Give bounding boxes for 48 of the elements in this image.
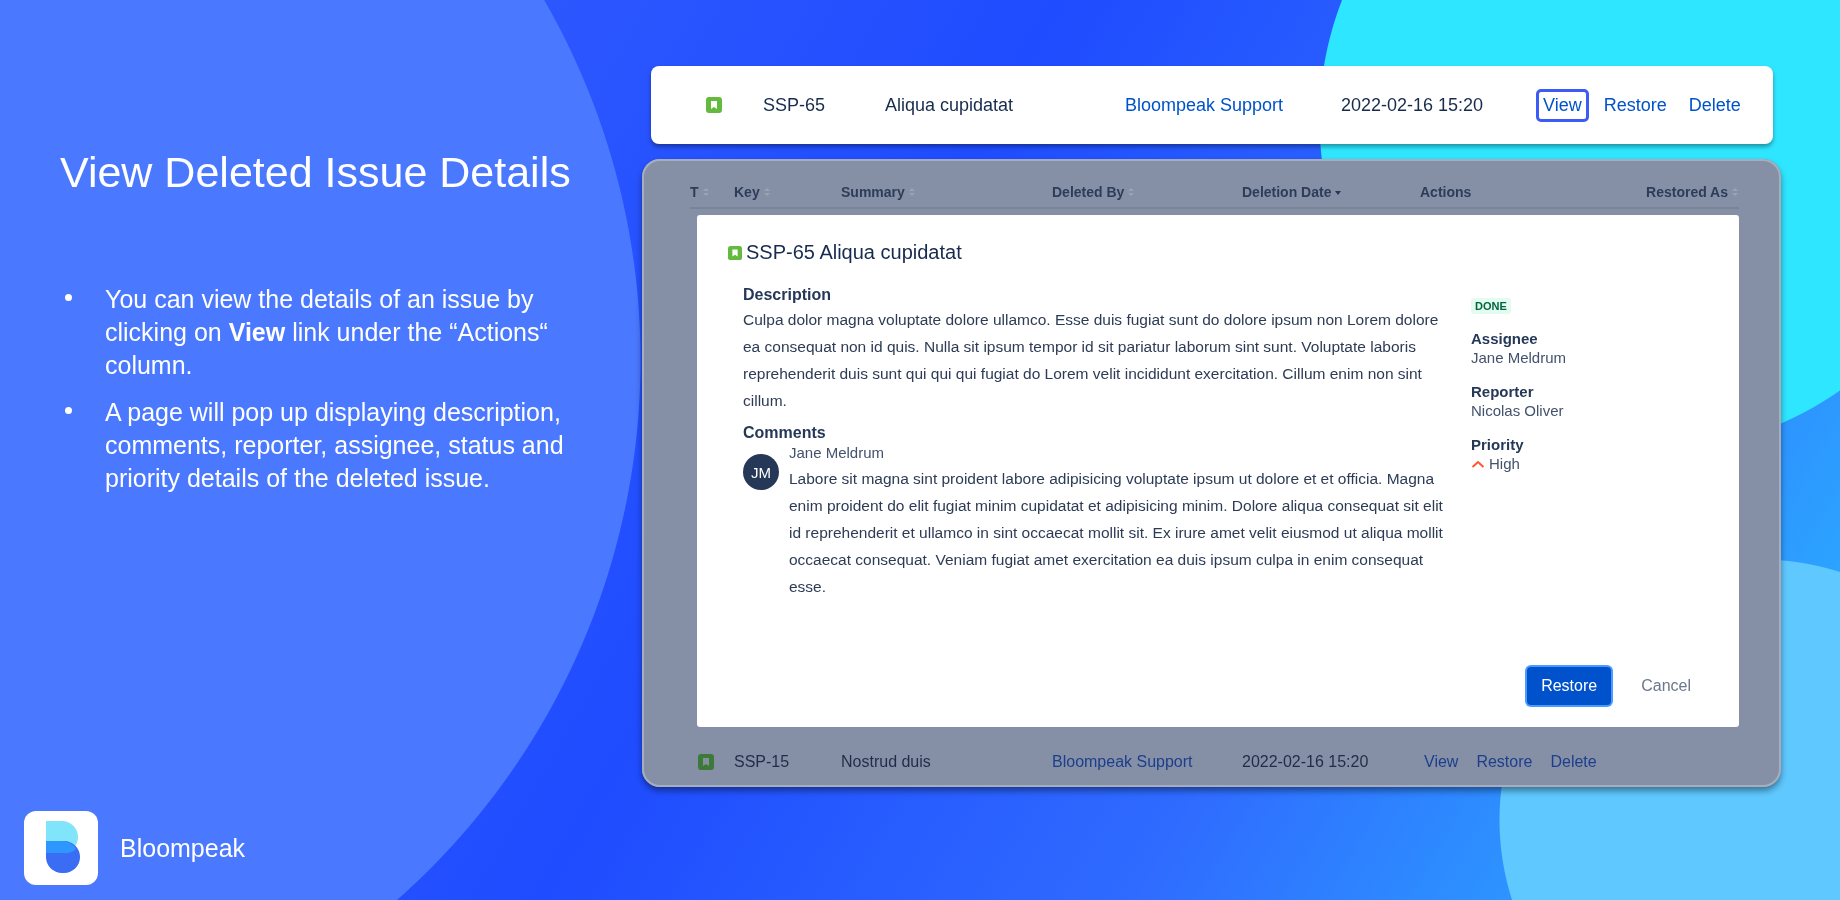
brand-name: Bloompeak bbox=[120, 833, 246, 863]
story-icon bbox=[728, 245, 742, 260]
user-link[interactable]: Bloompeak Support bbox=[1125, 94, 1341, 116]
column-header[interactable]: Key bbox=[734, 184, 760, 200]
field-value: Jane Meldrum bbox=[1471, 349, 1567, 366]
action-link[interactable]: Restore bbox=[1596, 88, 1674, 122]
deletion-date: 2022-02-16 15:20 bbox=[1242, 753, 1370, 771]
column-header[interactable]: Summary bbox=[841, 184, 905, 200]
story-icon bbox=[698, 754, 714, 770]
bullet-text: A page will pop up displaying description, comments, reporter, assignee, status and priority details of the deleted issue. bbox=[105, 397, 565, 494]
comment-text: Labore sit magna sint proident labore adipisicing voluptate ipsum ut dolore et et officia. Magna enim proident do elit fugiat minim cupidatat et adipisicing minim. Dolore aliqua consequat sit elit id reprehenderit et ullamco in sint occaecat mollit sit. Ex irure amet velit eiusmod ut aliqua mollit occaecat consequat. Veniam fugiat amet exercitation ea duis ipsum culpa in enim consequat esse. bbox=[789, 469, 1443, 597]
issue-key: SSP-65 bbox=[763, 94, 885, 116]
column-header[interactable]: Actions bbox=[1420, 184, 1472, 200]
logo-icon bbox=[24, 811, 98, 885]
field-value: High bbox=[1489, 455, 1520, 472]
chevron-up-icon bbox=[1471, 459, 1485, 468]
bullet-text: You can view the details of an issue by clicking on View link under the “Actions“ column. bbox=[105, 284, 549, 381]
action-link[interactable]: Restore bbox=[1472, 751, 1537, 773]
issue-summary: Nostrud duis bbox=[841, 753, 932, 771]
user-link[interactable]: Bloompeak Support bbox=[1052, 753, 1242, 771]
avatar: JM bbox=[743, 454, 779, 490]
cancel-button[interactable]: Cancel bbox=[1627, 667, 1705, 705]
slide-title: View Deleted Issue Details bbox=[60, 148, 572, 197]
bullet-icon bbox=[65, 407, 72, 414]
column-header[interactable]: Deletion Date bbox=[1242, 184, 1332, 200]
column-header[interactable]: Restored As bbox=[1646, 184, 1728, 200]
section-heading: Comments bbox=[743, 424, 827, 442]
bullet-icon bbox=[65, 294, 72, 301]
column-header[interactable]: Deleted By bbox=[1052, 184, 1125, 200]
story-icon bbox=[706, 97, 722, 113]
field-label: Reporter bbox=[1471, 383, 1535, 400]
section-heading: Description bbox=[743, 286, 832, 304]
action-link[interactable]: Delete bbox=[1546, 751, 1601, 773]
action-link[interactable]: Delete bbox=[1681, 88, 1748, 122]
issue-key: SSP-15 bbox=[734, 753, 841, 771]
field-label: Assignee bbox=[1471, 330, 1539, 347]
dialog-title: SSP-65 Aliqua cupidatat bbox=[746, 241, 962, 264]
action-link[interactable]: View bbox=[1536, 88, 1589, 122]
column-header[interactable]: T bbox=[690, 184, 699, 200]
issue-summary: Aliqua cupidatat bbox=[885, 94, 1015, 116]
deletion-date: 2022-02-16 15:20 bbox=[1341, 94, 1485, 116]
field-value: Nicolas Oliver bbox=[1471, 402, 1564, 419]
comment-author: Jane Meldrum bbox=[789, 444, 886, 461]
description-text: Culpa dolor magna voluptate dolore ullamco. Esse duis fugiat sunt do dolore ipsum non Lorem dolore ea consequat non id quis. Nulla sit ipsum tempor id sit pariatur laborum sint sunt. Voluptate laboris reprehenderit duis sunt qui qui qui fugiat do Lorem velit incididunt exercitation. Cillum enim non sint cillum. bbox=[743, 310, 1440, 411]
restore-button[interactable]: Restore bbox=[1527, 667, 1612, 705]
status-lozenge: DONE bbox=[1471, 298, 1511, 314]
action-link[interactable]: View bbox=[1420, 751, 1463, 773]
field-label: Priority bbox=[1471, 436, 1524, 453]
